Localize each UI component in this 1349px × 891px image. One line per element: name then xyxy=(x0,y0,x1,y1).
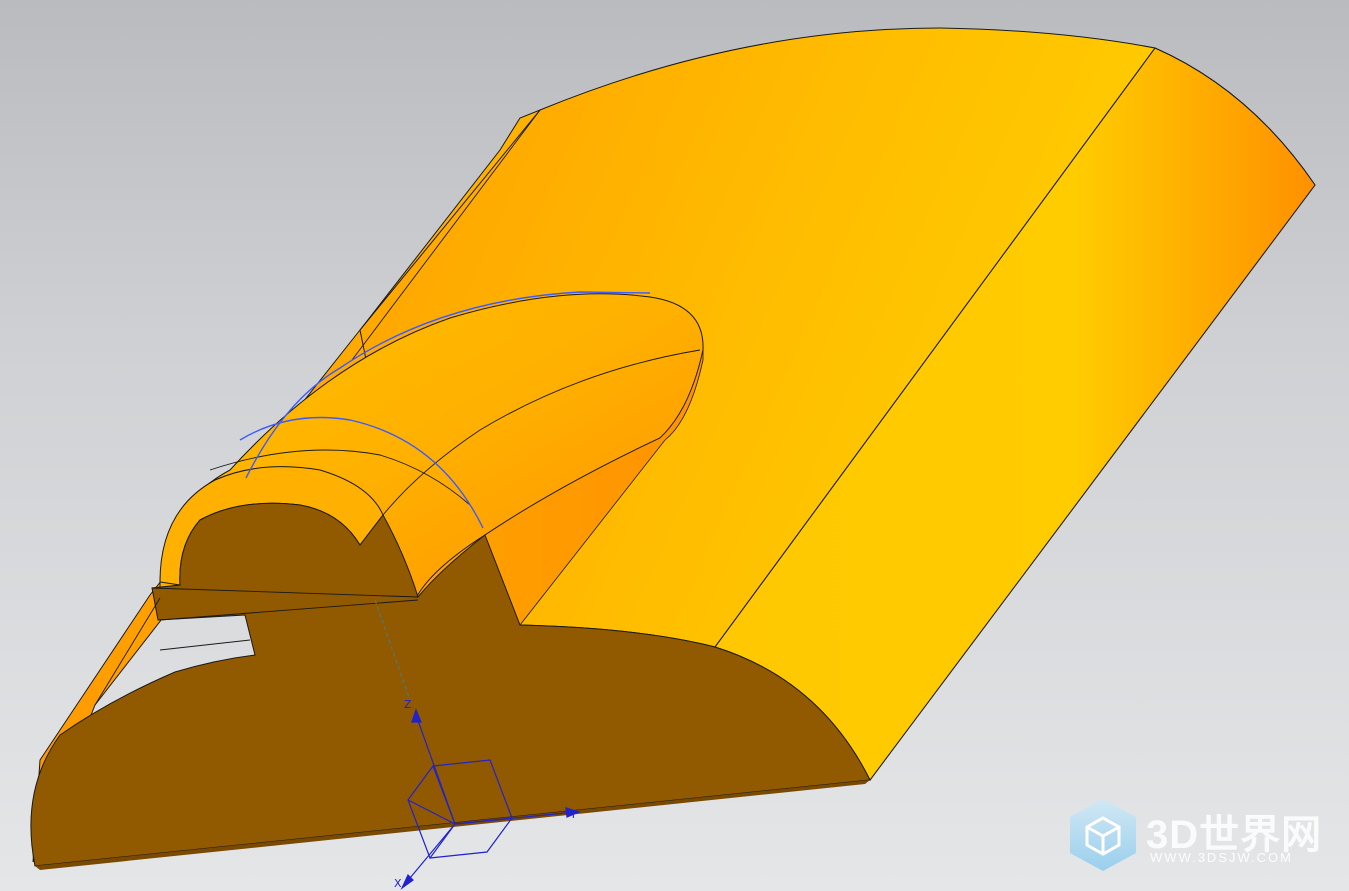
cad-viewport[interactable]: Z Y X 3D世界网 WWW.3DSJW.COM xyxy=(0,0,1349,891)
x-axis-label: X xyxy=(394,877,402,890)
model-graphics[interactable]: Z Y X xyxy=(0,0,1349,891)
z-axis-label: Z xyxy=(404,698,412,711)
x-axis-line xyxy=(404,823,456,885)
watermark-url: WWW.3DSJW.COM xyxy=(1150,850,1293,865)
y-axis-label: Y xyxy=(569,808,577,821)
cube-icon xyxy=(1070,799,1136,871)
watermark: 3D世界网 WWW.3DSJW.COM xyxy=(1064,796,1334,876)
